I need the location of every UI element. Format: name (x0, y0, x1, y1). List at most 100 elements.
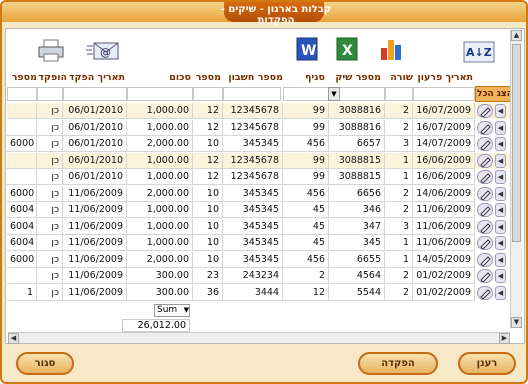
cell-amount: 1,000.00 (127, 235, 193, 251)
edit-icon[interactable] (477, 219, 493, 234)
cell-amount: 300.00 (127, 284, 193, 301)
scroll-right-icon[interactable]: ▶ (499, 333, 510, 344)
vertical-scrollbar[interactable]: ▲ ▼ (510, 30, 522, 328)
edit-icon[interactable] (477, 104, 493, 118)
table-row[interactable]: 6004 כן 11/06/2009 1,000.00 10 345345 45 345 1 11… (7, 235, 515, 251)
row-arrow-icon[interactable]: ◀ (495, 137, 506, 151)
edit-icon[interactable] (477, 170, 493, 184)
scroll-left-icon[interactable]: ◀ (8, 333, 19, 344)
filter-line[interactable] (385, 87, 413, 101)
cell-check-number: 3088815 (329, 169, 385, 185)
table-row[interactable]: כן 06/01/2010 1,000.00 12 12345678 99 3088816 2… (7, 119, 515, 136)
table-row[interactable]: 6000 כן 06/01/2010 2,000.00 10 345345 456 6657 3… (7, 136, 515, 152)
cell-branch: 45 (283, 218, 329, 235)
row-arrow-icon[interactable]: ◀ (495, 252, 506, 267)
filter-branch[interactable]: ▼ (283, 87, 340, 101)
cell-account: 12345678 (223, 152, 283, 169)
table-row[interactable]: 1 כן 11/06/2009 300.00 36 3444 12 5544 2 01/02/20… (7, 284, 515, 301)
word-icon[interactable]: W (292, 36, 322, 62)
filter-deposit-number[interactable] (7, 87, 37, 101)
col-header-deposit-date[interactable]: תאריך הפקד (61, 70, 125, 86)
table-row[interactable]: 6000 כן 11/06/2009 2,000.00 10 345345 456 6656 2… (7, 185, 515, 202)
select-all-button[interactable]: הצג הכל (475, 86, 515, 102)
filter-account[interactable] (223, 87, 281, 101)
cell-check-number: 6655 (329, 251, 385, 268)
excel-icon[interactable]: X (332, 36, 362, 62)
sum-selector[interactable]: Sum ▼ (154, 304, 190, 317)
row-arrow-icon[interactable]: ◀ (495, 269, 506, 283)
cell-branch: 99 (283, 152, 329, 169)
filter-number[interactable] (193, 87, 223, 101)
col-header-check-number[interactable]: מספר שיק (329, 70, 381, 86)
cell-check-number: 345 (329, 235, 385, 251)
cell-account: 12345678 (223, 169, 283, 185)
scroll-down-icon[interactable]: ▼ (511, 317, 522, 328)
cell-deposit-number (7, 169, 37, 185)
cell-due-date: 16/06/2009 (413, 152, 475, 169)
col-header-amount[interactable]: סכום (127, 70, 191, 86)
table-row[interactable]: כן 06/01/2010 1,000.00 12 12345678 99 3088815 1… (7, 169, 515, 185)
cell-number: 12 (193, 152, 223, 169)
filter-due-date[interactable] (413, 87, 475, 101)
col-header-branch[interactable]: סניף (283, 70, 325, 86)
edit-icon[interactable] (477, 186, 493, 201)
scroll-thumb[interactable] (512, 44, 521, 242)
filter-amount[interactable] (127, 87, 193, 101)
sort-az-icon[interactable]: A↓Z (462, 40, 495, 66)
edit-icon[interactable] (477, 120, 493, 135)
edit-icon[interactable] (477, 252, 493, 267)
row-arrow-icon[interactable]: ◀ (495, 203, 506, 217)
cell-amount: 1,000.00 (127, 103, 193, 119)
cell-deposited: כן (37, 119, 63, 136)
row-arrow-icon[interactable]: ◀ (495, 104, 506, 118)
cell-branch: 456 (283, 251, 329, 268)
horizontal-scrollbar[interactable]: ◀ ▶ (8, 332, 510, 344)
table-row[interactable]: כן 06/01/2010 1,000.00 12 12345678 99 3088816 2… (7, 103, 515, 119)
close-button[interactable]: סגור (16, 352, 74, 375)
col-header-due-date[interactable]: תאריך פרעון (417, 70, 473, 86)
table-row[interactable]: כן 11/06/2009 300.00 23 243234 2 4564 2 01/02/20… (7, 268, 515, 284)
edit-icon[interactable] (477, 153, 493, 168)
row-arrow-icon[interactable]: ◀ (495, 153, 506, 168)
table-row[interactable]: 6000 כן 11/06/2009 2,000.00 10 345345 456 6655 1… (7, 251, 515, 268)
cell-due-date: 16/07/2009 (413, 103, 475, 119)
deposit-button[interactable]: הפקדה (358, 352, 438, 375)
cell-deposited: כן (37, 268, 63, 284)
edit-icon[interactable] (477, 236, 493, 250)
table-row[interactable]: כן 06/01/2010 1,000.00 12 12345678 99 3088815 1… (7, 152, 515, 169)
col-header-account[interactable]: מספר חשבון (221, 70, 283, 86)
filter-deposit-date[interactable] (63, 87, 127, 101)
cell-deposit-date: 11/06/2009 (63, 218, 127, 235)
cell-branch: 99 (283, 119, 329, 136)
row-arrow-icon[interactable]: ◀ (495, 120, 506, 135)
cell-deposit-date: 06/01/2010 (63, 136, 127, 152)
refresh-button[interactable]: רענן (458, 352, 516, 375)
cell-deposit-number (7, 103, 37, 119)
row-arrow-icon[interactable]: ◀ (495, 236, 506, 250)
edit-icon[interactable] (477, 137, 493, 151)
filter-deposited[interactable] (37, 87, 63, 101)
row-arrow-icon[interactable]: ◀ (495, 285, 506, 300)
col-header-line[interactable]: שורה (383, 70, 413, 86)
col-header-number[interactable]: מספר (193, 70, 221, 86)
cell-number: 12 (193, 119, 223, 136)
col-header-deposit-number[interactable]: מספר (7, 70, 37, 86)
cell-line: 3 (385, 218, 413, 235)
row-arrow-icon[interactable]: ◀ (495, 170, 506, 184)
chart-icon[interactable] (376, 36, 406, 62)
printer-icon[interactable] (36, 38, 66, 64)
email-icon[interactable]: @ (86, 38, 119, 64)
col-header-deposited[interactable]: הופקד (37, 70, 67, 86)
cell-deposit-date: 06/01/2010 (63, 119, 127, 136)
edit-icon[interactable] (477, 203, 493, 217)
table-row[interactable]: 6004 כן 11/06/2009 1,000.00 10 345345 45 347 3 11… (7, 218, 515, 235)
cell-deposit-number: 6004 (7, 235, 37, 251)
table-row[interactable]: 6004 כן 11/06/2009 1,000.00 10 345345 45 346 2 11… (7, 202, 515, 218)
row-arrow-icon[interactable]: ◀ (495, 186, 506, 201)
row-arrow-icon[interactable]: ◀ (495, 219, 506, 234)
svg-text:A↓Z: A↓Z (466, 46, 492, 59)
filter-dropdown-icon[interactable]: ▼ (328, 87, 340, 101)
edit-icon[interactable] (477, 269, 493, 283)
scroll-up-icon[interactable]: ▲ (511, 30, 522, 41)
edit-icon[interactable] (477, 285, 493, 300)
